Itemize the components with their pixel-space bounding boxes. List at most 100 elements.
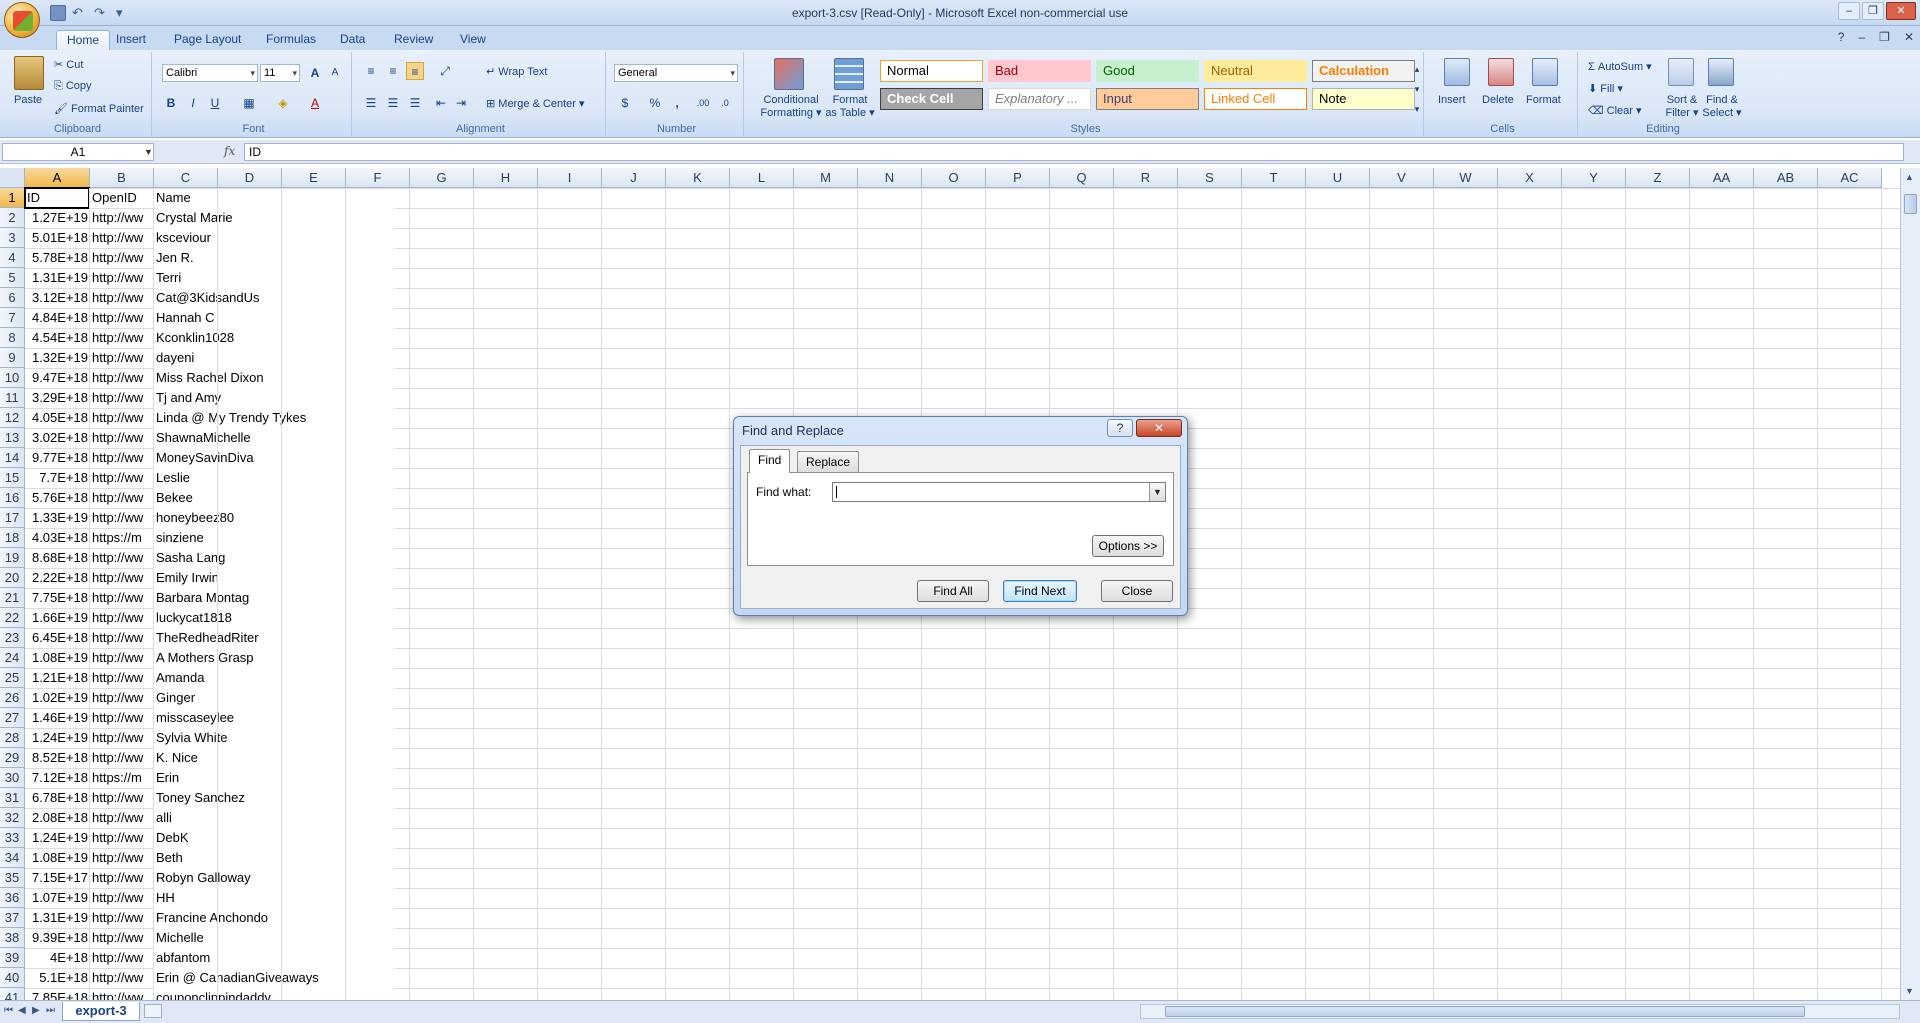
cell-name[interactable]: TheRedheadRiter	[154, 628, 394, 648]
cell-id[interactable]: 6.45E+18	[25, 628, 90, 648]
cell-id[interactable]: 1.66E+19	[25, 608, 90, 628]
select-all-corner[interactable]	[0, 168, 25, 188]
last-sheet-icon[interactable]: ⏭	[46, 1005, 55, 1016]
cell-id[interactable]: 6.78E+18	[25, 788, 90, 808]
cell-openid[interactable]: https://m	[90, 528, 154, 548]
cell-name[interactable]: Linda @ My Trendy Tykes	[154, 408, 394, 428]
cell-name[interactable]: Miss Rachel Dixon	[154, 368, 394, 388]
grow-font-button[interactable]: A	[306, 64, 324, 82]
style-neutral[interactable]: Neutral	[1204, 60, 1307, 82]
cell-openid[interactable]: http://ww	[90, 668, 154, 688]
row-header-5[interactable]: 5	[0, 268, 25, 288]
row-header-15[interactable]: 15	[0, 468, 25, 488]
cell-id[interactable]: 1.32E+19	[25, 348, 90, 368]
bold-button[interactable]: B	[162, 94, 180, 112]
cell-openid[interactable]: http://ww	[90, 788, 154, 808]
cell-openid[interactable]: http://ww	[90, 648, 154, 668]
cell-openid[interactable]: http://ww	[90, 228, 154, 248]
column-header-a[interactable]: A	[25, 168, 90, 188]
cell-id[interactable]: 1.02E+19	[25, 688, 90, 708]
cell-name[interactable]: Francine Anchondo	[154, 908, 394, 928]
row-header-9[interactable]: 9	[0, 348, 25, 368]
style-bad[interactable]: Bad	[988, 60, 1091, 82]
row-header-21[interactable]: 21	[0, 588, 25, 608]
cell-id[interactable]: 4.84E+18	[25, 308, 90, 328]
column-header-t[interactable]: T	[1242, 168, 1306, 188]
cell-id[interactable]: 5.76E+18	[25, 488, 90, 508]
cell-name[interactable]: couponclippindaddy	[154, 988, 394, 1000]
fill-button[interactable]: ⬇ Fill ▾	[1588, 82, 1623, 95]
insert-cells-button[interactable]: Insert	[1438, 94, 1466, 106]
cell-openid[interactable]: http://ww	[90, 368, 154, 388]
format-cells-button[interactable]: Format	[1526, 94, 1561, 106]
cell-name[interactable]: Michelle	[154, 928, 394, 948]
underline-button[interactable]: U	[206, 94, 224, 112]
tab-insert[interactable]: Insert	[106, 30, 156, 50]
cell-id[interactable]: 3.02E+18	[25, 428, 90, 448]
find-history-dropdown-icon[interactable]: ▼	[1149, 483, 1165, 501]
row-header-12[interactable]: 12	[0, 408, 25, 428]
cell-id[interactable]: 1.27E+19	[25, 208, 90, 228]
column-header-ab[interactable]: AB	[1754, 168, 1818, 188]
sort-filter-icon[interactable]	[1668, 58, 1694, 86]
cell-id[interactable]: 4.54E+18	[25, 328, 90, 348]
cell-id[interactable]: 1.33E+19	[25, 508, 90, 528]
cell-id[interactable]: 3.12E+18	[25, 288, 90, 308]
cell-name[interactable]: Bekee	[154, 488, 394, 508]
cell-openid[interactable]: http://ww	[90, 508, 154, 528]
cell-id[interactable]: 7.12E+18	[25, 768, 90, 788]
row-header-30[interactable]: 30	[0, 768, 25, 788]
cell-id[interactable]: 7.15E+17	[25, 868, 90, 888]
column-header-y[interactable]: Y	[1562, 168, 1626, 188]
cell-name[interactable]: Tj and Amy	[154, 388, 394, 408]
cell-name[interactable]: DebK	[154, 828, 394, 848]
row-header-38[interactable]: 38	[0, 928, 25, 948]
minimize-workbook-icon[interactable]: –	[1858, 30, 1865, 44]
cell-openid[interactable]: http://ww	[90, 628, 154, 648]
cell-id[interactable]: 1.46E+19	[25, 708, 90, 728]
row-header-3[interactable]: 3	[0, 228, 25, 248]
formula-input[interactable]: ID	[244, 143, 1904, 161]
cell-name[interactable]: sinziene	[154, 528, 394, 548]
row-header-35[interactable]: 35	[0, 868, 25, 888]
cell-openid[interactable]: http://ww	[90, 888, 154, 908]
restore-button[interactable]: ❐	[1862, 2, 1884, 20]
cell-name[interactable]: misscaseylee	[154, 708, 394, 728]
row-header-8[interactable]: 8	[0, 328, 25, 348]
minimize-button[interactable]: –	[1838, 2, 1860, 20]
column-header-o[interactable]: O	[922, 168, 986, 188]
row-header-22[interactable]: 22	[0, 608, 25, 628]
row-header-2[interactable]: 2	[0, 208, 25, 228]
cell-openid[interactable]: http://ww	[90, 608, 154, 628]
cell-id[interactable]: 7.7E+18	[25, 468, 90, 488]
cell-openid[interactable]: http://ww	[90, 968, 154, 988]
conditional-formatting-icon[interactable]	[774, 58, 804, 90]
row-header-33[interactable]: 33	[0, 828, 25, 848]
scroll-down-icon[interactable]: ▼	[1905, 986, 1914, 996]
office-button[interactable]	[4, 2, 40, 38]
next-sheet-icon[interactable]: ▶	[32, 1005, 40, 1016]
sheet-tab-export-3[interactable]: export-3	[62, 1002, 140, 1021]
number-format-select[interactable]: General	[614, 64, 738, 82]
cell-name[interactable]: Sylvia White	[154, 728, 394, 748]
cell-openid[interactable]: http://ww	[90, 468, 154, 488]
row-header-19[interactable]: 19	[0, 548, 25, 568]
dialog-close-icon[interactable]: ✕	[1136, 419, 1182, 437]
cell-id[interactable]: 1.21E+18	[25, 668, 90, 688]
format-as-table-button[interactable]: Format as Table ▾	[824, 94, 876, 119]
cell-openid[interactable]: http://ww	[90, 308, 154, 328]
delete-cells-button[interactable]: Delete	[1482, 94, 1514, 106]
column-header-b[interactable]: B	[90, 168, 154, 188]
align-bottom-icon[interactable]: ≡	[406, 62, 424, 80]
column-header-i[interactable]: I	[538, 168, 602, 188]
cell-id[interactable]: 2.22E+18	[25, 568, 90, 588]
column-header-j[interactable]: J	[602, 168, 666, 188]
cell-openid[interactable]: http://ww	[90, 928, 154, 948]
cell-id[interactable]: 3.29E+18	[25, 388, 90, 408]
help-icon[interactable]: ?	[1838, 30, 1845, 44]
first-sheet-icon[interactable]: ⏮	[4, 1005, 13, 1016]
column-header-k[interactable]: K	[666, 168, 730, 188]
cell-openid[interactable]: http://ww	[90, 828, 154, 848]
column-header-x[interactable]: X	[1498, 168, 1562, 188]
cell-openid[interactable]: http://ww	[90, 988, 154, 1000]
